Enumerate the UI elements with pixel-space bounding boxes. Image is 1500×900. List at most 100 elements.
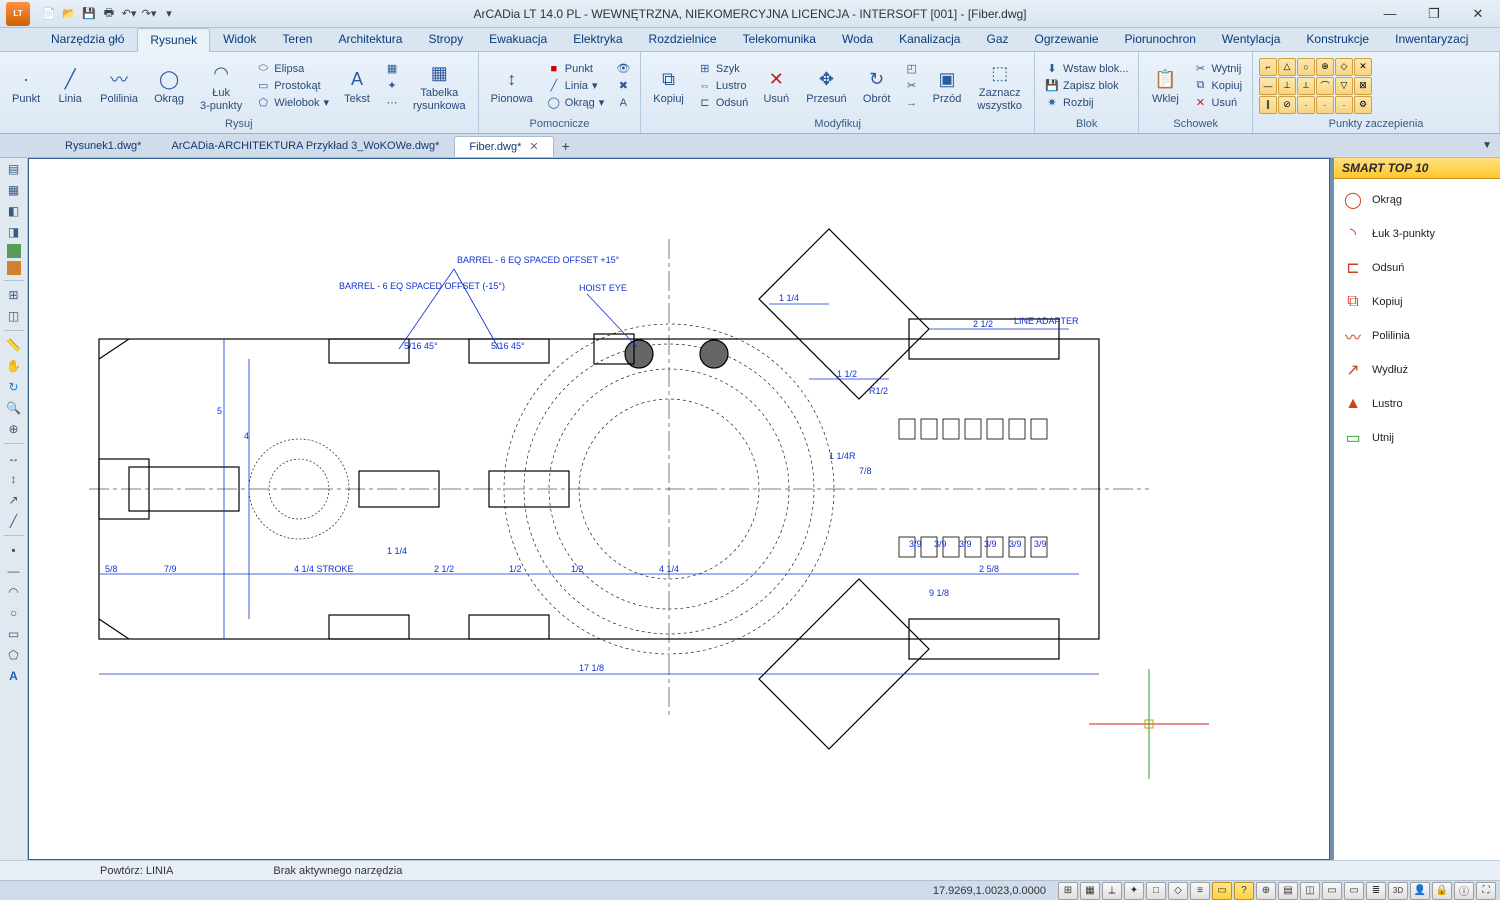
btn-przod[interactable]: ▣Przód	[927, 63, 968, 107]
qat-open-icon[interactable]: 📂	[60, 5, 78, 23]
tab-woda[interactable]: Woda	[829, 27, 886, 51]
btn-wielobok[interactable]: ⬠Wielobok▾	[252, 95, 333, 111]
tab-stropy[interactable]: Stropy	[415, 27, 476, 51]
tab-gaz[interactable]: Gaz	[973, 27, 1021, 51]
qat-print-icon[interactable]: 🖶	[100, 5, 118, 23]
lt-pan-icon[interactable]: ✋	[5, 357, 23, 375]
smart-odsun[interactable]: ⊏Odsuń	[1338, 251, 1496, 285]
btn-okrag[interactable]: ◯Okrąg	[148, 63, 190, 107]
btn-aux2[interactable]: ✖	[612, 78, 634, 94]
snap-par[interactable]: ∥	[1259, 96, 1277, 114]
qat-redo-icon[interactable]: ↷▾	[140, 5, 158, 23]
tab-konstrukcje[interactable]: Konstrukcje	[1293, 27, 1382, 51]
btn-kopiuj[interactable]: ⧉Kopiuj	[647, 63, 690, 107]
lt-dimv-icon[interactable]: ↕	[5, 470, 23, 488]
snap-int[interactable]: ✕	[1354, 58, 1372, 76]
status-qp-icon[interactable]: ▤	[1278, 882, 1298, 900]
status-layout-icon[interactable]: ▭	[1322, 882, 1342, 900]
status-max-icon[interactable]: ⛶	[1476, 882, 1496, 900]
app-icon[interactable]: LT	[6, 2, 30, 26]
btn-plinia[interactable]: ╱Linia▾	[543, 78, 609, 94]
lt-zoomfit-icon[interactable]: ⊕	[5, 420, 23, 438]
qat-new-icon[interactable]: 📄	[40, 5, 58, 23]
btn-obrot[interactable]: ↻Obrót	[857, 63, 897, 107]
status-sc-icon[interactable]: ◫	[1300, 882, 1320, 900]
smart-kopiuj[interactable]: ⧉Kopiuj	[1338, 285, 1496, 319]
lt-zoom-icon[interactable]: 🔍	[5, 399, 23, 417]
status-grid-icon[interactable]: ▦	[1080, 882, 1100, 900]
tab-teren[interactable]: Teren	[269, 27, 325, 51]
tab-inwent[interactable]: Inwentaryzacj	[1382, 27, 1481, 51]
lt-pt-icon[interactable]: ▪	[5, 541, 23, 559]
btn-mod2[interactable]: ✂	[901, 78, 923, 94]
btn-linia[interactable]: ╱Linia	[50, 63, 90, 107]
tab-narzedzia[interactable]: Narzędzia głó	[38, 27, 137, 51]
btn-lustro[interactable]: ⇔Lustro	[694, 78, 752, 94]
btn-tabelka[interactable]: ▦Tabelka rysunkowa	[407, 57, 472, 113]
status-osnap-icon[interactable]: □	[1146, 882, 1166, 900]
btn-mod3[interactable]: →	[901, 95, 923, 111]
lt-poly-icon[interactable]: ⬠	[5, 646, 23, 664]
smart-okrag[interactable]: ◯Okrąg	[1338, 183, 1496, 217]
snap-node[interactable]: ⊕	[1316, 58, 1334, 76]
snap-endpoint[interactable]: ⌐	[1259, 58, 1277, 76]
tab-wentylacja[interactable]: Wentylacja	[1209, 27, 1293, 51]
status-user-icon[interactable]: 👤	[1410, 882, 1430, 900]
btn-prostokat[interactable]: ▭Prostokąt	[252, 78, 333, 94]
snap-center[interactable]: ○	[1297, 58, 1315, 76]
tab-elektryka[interactable]: Elektryka	[560, 27, 635, 51]
btn-text-tools[interactable]: ▦	[381, 61, 403, 77]
smart-utnij[interactable]: ▭Utnij	[1338, 421, 1496, 455]
btn-pionowa[interactable]: ↕Pionowa	[485, 63, 539, 107]
lt-dim-icon[interactable]: ↔	[5, 449, 23, 467]
status-lock-icon[interactable]: 🔒	[1432, 882, 1452, 900]
qat-save-icon[interactable]: 💾	[80, 5, 98, 23]
qat-undo-icon[interactable]: ↶▾	[120, 5, 138, 23]
status-layout2-icon[interactable]: ▭	[1344, 882, 1364, 900]
close-button[interactable]: ✕	[1456, 0, 1500, 28]
maximize-button[interactable]: ❐	[1412, 0, 1456, 28]
tab-piorun[interactable]: Piorunochron	[1112, 27, 1209, 51]
btn-mod1[interactable]: ◰	[901, 61, 923, 77]
smart-wydluz[interactable]: ↗Wydłuż	[1338, 353, 1496, 387]
btn-punkt[interactable]: ·Punkt	[6, 63, 46, 107]
lt-line-icon[interactable]: ╱	[5, 512, 23, 530]
snap-s1[interactable]: ·	[1297, 96, 1315, 114]
tab-telekom[interactable]: Telekomunika	[730, 27, 829, 51]
status-polar-icon[interactable]: ✦	[1124, 882, 1144, 900]
lt-arc-icon[interactable]: ◠	[5, 583, 23, 601]
lt-xref-icon[interactable]: ◨	[5, 223, 23, 241]
smart-lustro[interactable]: ▲Lustro	[1338, 387, 1496, 421]
tab-dropdown[interactable]: ▼	[1482, 140, 1492, 151]
lt-txt-icon[interactable]: A	[5, 667, 23, 685]
status-otrack-icon[interactable]: ◇	[1168, 882, 1188, 900]
lt-refresh-icon[interactable]: ↻	[5, 378, 23, 396]
tab-widok[interactable]: Widok	[210, 27, 269, 51]
snap-near[interactable]: ▽	[1335, 77, 1353, 95]
smart-polilinia[interactable]: 〰Polilinia	[1338, 319, 1496, 353]
btn-pokrag[interactable]: ◯Okrąg▾	[543, 95, 609, 111]
snap-tan[interactable]: ⌒	[1316, 77, 1334, 95]
tab-rozdzielnice[interactable]: Rozdzielnice	[636, 27, 730, 51]
lt-dima-icon[interactable]: ↗	[5, 491, 23, 509]
lt-color1-icon[interactable]	[7, 244, 21, 258]
status-ortho-icon[interactable]: ⟂	[1102, 882, 1122, 900]
status-3d-icon[interactable]: 3D	[1388, 882, 1408, 900]
doctab-rysunek1[interactable]: Rysunek1.dwg*	[50, 136, 156, 156]
lt-layers-icon[interactable]: ▤	[5, 160, 23, 178]
btn-text-tools2[interactable]: ✦	[381, 78, 403, 94]
lt-color2-icon[interactable]	[7, 261, 21, 275]
btn-wytnij[interactable]: ✂Wytnij	[1189, 61, 1246, 77]
tab-ewakuacja[interactable]: Ewakuacja	[476, 27, 560, 51]
btn-polilinia[interactable]: 〰Polilinia	[94, 63, 144, 107]
close-tab-icon[interactable]: ✕	[529, 141, 538, 153]
snap-mid[interactable]: △	[1278, 58, 1296, 76]
lt-cir-icon[interactable]: ○	[5, 604, 23, 622]
status-snap-icon[interactable]: ⊞	[1058, 882, 1078, 900]
lt-grid-icon[interactable]: ⊞	[5, 286, 23, 304]
doctab-arcadia[interactable]: ArCADia-ARCHITEKTURA Przykład 3_WoKOWe.d…	[156, 136, 454, 156]
lt-measure-icon[interactable]: 📏	[5, 336, 23, 354]
new-tab-button[interactable]: +	[554, 138, 578, 154]
btn-przesun[interactable]: ✥Przesuń	[800, 63, 852, 107]
btn-skopiuj[interactable]: ⧉Kopiuj	[1189, 78, 1246, 94]
